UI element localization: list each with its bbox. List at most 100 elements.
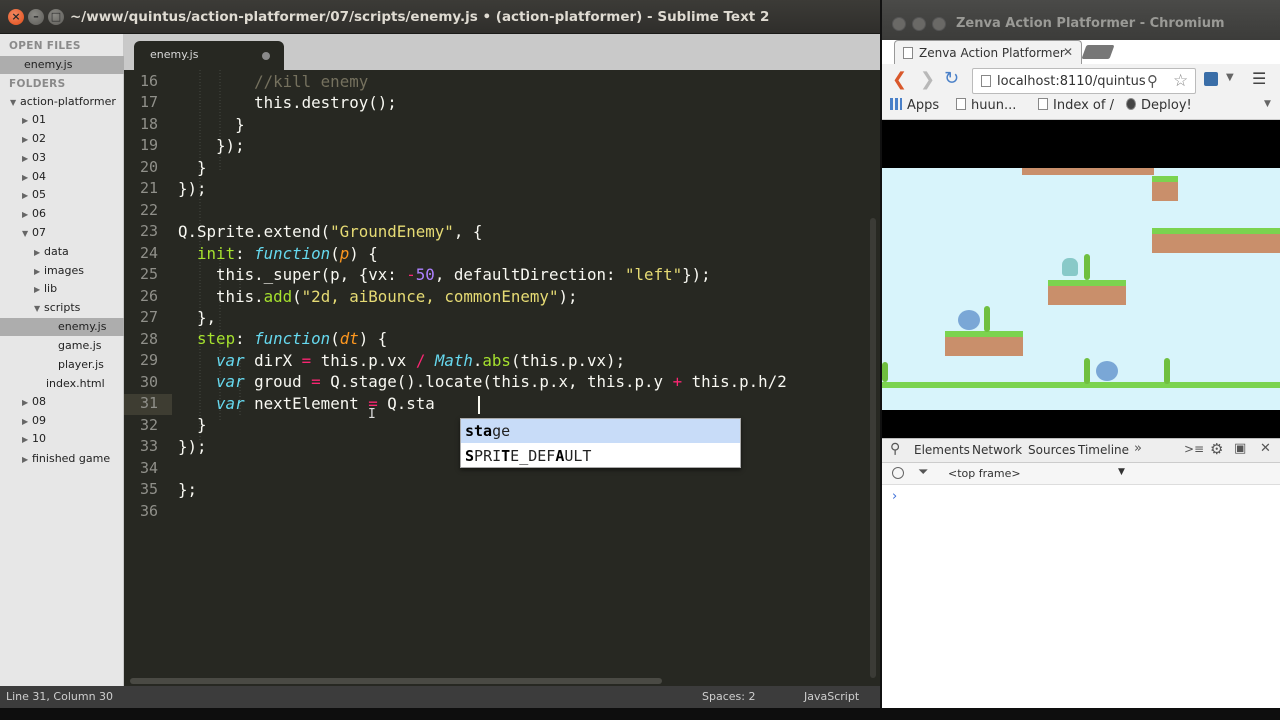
folder-action-platformer[interactable]: ▼ action-platformer xyxy=(10,93,116,111)
star-icon[interactable]: ☆ xyxy=(1173,71,1188,91)
code-line: //kill enemy xyxy=(254,72,369,91)
chevron-down-icon[interactable]: ▼ xyxy=(1264,99,1271,109)
console-prompt[interactable]: › xyxy=(892,489,897,504)
file-index-html[interactable]: index.html xyxy=(46,375,105,393)
horizontal-scrollbar[interactable] xyxy=(130,678,662,684)
game-platform xyxy=(1152,228,1280,253)
reload-icon[interactable]: ↻ xyxy=(944,68,959,89)
search-icon[interactable]: ⚲ xyxy=(890,441,900,457)
indentation-setting[interactable]: Spaces: 2 xyxy=(702,686,755,708)
tab-label: enemy.js xyxy=(150,48,199,61)
menu-icon[interactable]: ☰ xyxy=(1252,69,1266,88)
search-icon[interactable]: ⚲ xyxy=(1147,72,1158,90)
vertical-scrollbar[interactable] xyxy=(870,218,876,678)
tab-timeline[interactable]: Timeline xyxy=(1078,443,1129,457)
folder-09[interactable]: ▶ 09 xyxy=(22,412,46,430)
chevron-down-icon[interactable]: ▼ xyxy=(1226,72,1234,83)
page-icon xyxy=(903,47,913,59)
line-number: 35 xyxy=(139,480,158,498)
line-number: 18 xyxy=(139,115,158,133)
folder-data[interactable]: ▶ data xyxy=(34,243,69,261)
more-tabs-icon[interactable]: » xyxy=(1134,441,1142,456)
chevron-down-icon[interactable]: ▼ xyxy=(1118,467,1125,477)
maximize-window-button[interactable] xyxy=(932,17,946,31)
line-number: 23 xyxy=(139,222,158,240)
close-tab-icon[interactable]: ✕ xyxy=(1063,45,1073,59)
tab-elements[interactable]: Elements xyxy=(914,443,970,457)
deploy-icon xyxy=(1126,98,1136,110)
bookmark-deploy[interactable]: Deploy! xyxy=(1126,98,1192,113)
sidebar: OPEN FILES enemy.js FOLDERS ▼ action-plat… xyxy=(0,34,124,686)
cactus-icon xyxy=(1164,358,1170,384)
filter-icon[interactable]: ⏷ xyxy=(918,465,928,480)
browser-tab[interactable]: Zenva Action Platformer ✕ xyxy=(894,40,1082,65)
line-number: 16 xyxy=(139,72,158,90)
folder-scripts[interactable]: ▼ scripts xyxy=(34,299,80,317)
chevron-right-icon: ▶ xyxy=(22,191,29,200)
folder-finished-game[interactable]: ▶ finished game xyxy=(22,450,110,468)
syntax-setting[interactable]: JavaScript xyxy=(804,686,859,708)
code-line: }; xyxy=(178,479,198,499)
autocomplete-item-sprite-default[interactable]: SPRITE_DEFAULT xyxy=(461,444,740,468)
autocomplete-item-stage[interactable]: stage xyxy=(461,419,740,443)
line-number: 21 xyxy=(139,179,158,197)
code-line: }); xyxy=(178,436,207,456)
maximize-window-button[interactable]: □ xyxy=(48,9,64,25)
close-window-button[interactable] xyxy=(892,17,906,31)
file-enemy-js[interactable]: enemy.js xyxy=(58,318,106,336)
chevron-right-icon: ▶ xyxy=(22,435,29,444)
forward-icon[interactable]: ❯ xyxy=(920,69,935,90)
gear-icon[interactable]: ⚙ xyxy=(1210,440,1223,458)
unsaved-dot-icon[interactable] xyxy=(262,52,270,60)
folder-lib[interactable]: ▶ lib xyxy=(34,280,57,298)
line-number: 22 xyxy=(139,201,158,219)
folder-images[interactable]: ▶ images xyxy=(34,262,84,280)
chevron-right-icon: ▶ xyxy=(22,173,29,182)
address-bar[interactable]: localhost:8110/quintus ⚲ ☆ xyxy=(972,68,1196,94)
chromium-titlebar: Zenva Action Platformer - Chromium xyxy=(882,0,1280,40)
folder-10[interactable]: ▶ 10 xyxy=(22,430,46,448)
folder-03[interactable]: ▶ 03 xyxy=(22,149,46,167)
folder-01[interactable]: ▶ 01 xyxy=(22,111,46,129)
minimize-window-button[interactable]: – xyxy=(28,9,44,25)
folder-02[interactable]: ▶ 02 xyxy=(22,130,46,148)
file-game-js[interactable]: game.js xyxy=(58,337,102,355)
open-file-enemy[interactable]: enemy.js xyxy=(24,56,72,74)
frame-selector[interactable]: <top frame> xyxy=(948,467,1021,480)
close-window-button[interactable]: × xyxy=(8,9,24,25)
chevron-down-icon: ▼ xyxy=(22,229,29,238)
dock-icon[interactable]: ▣ xyxy=(1234,441,1246,456)
chevron-right-icon: ▶ xyxy=(22,135,29,144)
bookmark-huun[interactable]: huun... xyxy=(956,98,1016,113)
console-icon[interactable]: >≡ xyxy=(1184,442,1204,456)
bookmark-index[interactable]: Index of / xyxy=(1038,98,1114,113)
game-canvas[interactable] xyxy=(882,120,1280,438)
extension-icon[interactable] xyxy=(1204,72,1218,86)
tab-sources[interactable]: Sources xyxy=(1028,443,1075,457)
close-icon[interactable]: ✕ xyxy=(1260,441,1271,456)
chevron-down-icon: ▼ xyxy=(10,98,17,107)
folder-06[interactable]: ▶ 06 xyxy=(22,205,46,223)
code-editor[interactable]: 16 17 18 19 20 21 22 23 24 25 26 27 28 2… xyxy=(124,70,880,686)
file-player-js[interactable]: player.js xyxy=(58,356,104,374)
bookmark-apps[interactable]: Apps xyxy=(890,98,939,113)
tab-network[interactable]: Network xyxy=(972,443,1022,457)
tab-enemy-js[interactable]: enemy.js xyxy=(134,41,284,70)
folder-08[interactable]: ▶ 08 xyxy=(22,393,46,411)
new-tab-button[interactable] xyxy=(1081,45,1115,59)
text-caret xyxy=(478,396,480,414)
folder-07[interactable]: ▼ 07 xyxy=(22,224,46,242)
clear-console-icon[interactable] xyxy=(892,467,904,479)
code-line: init: function(p) { xyxy=(197,243,378,263)
folders-header: FOLDERS xyxy=(9,78,66,90)
folder-04[interactable]: ▶ 04 xyxy=(22,168,46,186)
desktop: × – □ ~/www/quintus/action-platformer/07… xyxy=(0,0,1280,720)
code-line: }, xyxy=(178,307,217,327)
back-icon[interactable]: ❮ xyxy=(892,69,907,90)
player-sprite xyxy=(1062,258,1078,276)
console-toolbar: ⏷ <top frame> ▼ xyxy=(882,463,1280,485)
status-bar: Line 31, Column 30 Spaces: 2 JavaScript xyxy=(0,686,880,708)
open-files-header: OPEN FILES xyxy=(9,40,81,52)
folder-05[interactable]: ▶ 05 xyxy=(22,186,46,204)
minimize-window-button[interactable] xyxy=(912,17,926,31)
